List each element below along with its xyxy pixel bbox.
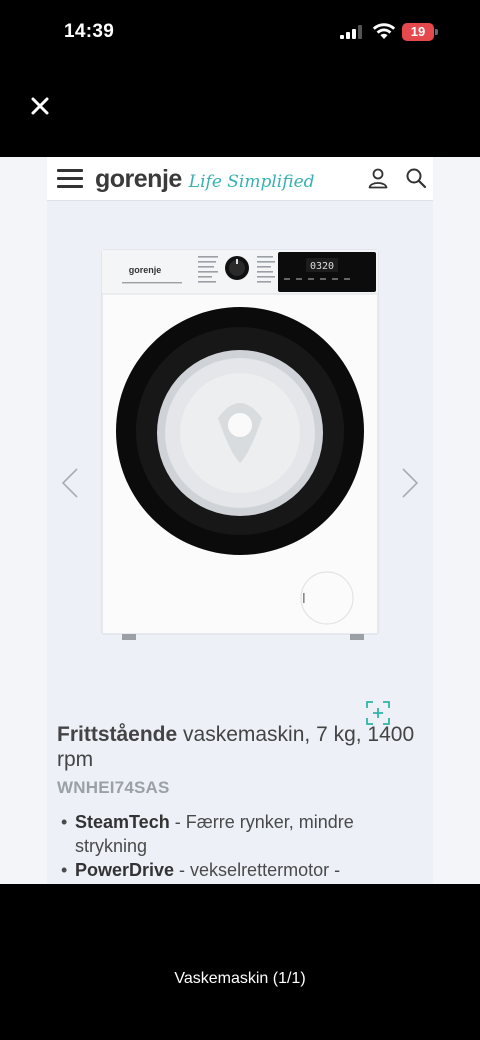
cellular-signal-icon bbox=[340, 25, 362, 39]
feature-list: SteamTech - Færre rynker, mindre strykni… bbox=[57, 810, 427, 882]
logo-brand: gorenje bbox=[95, 165, 182, 193]
viewer-image[interactable]: gorenje Life Simplified 0320 gorenje Fri… bbox=[0, 157, 480, 884]
status-bar: 14:39 19 bbox=[0, 0, 480, 64]
chevron-left-icon[interactable] bbox=[59, 466, 81, 500]
washer-brand: gorenje bbox=[129, 265, 162, 275]
close-icon[interactable] bbox=[24, 90, 56, 122]
user-icon[interactable] bbox=[367, 167, 389, 189]
product-title-bold: Frittstående bbox=[57, 723, 178, 746]
feature-name: SteamTech bbox=[75, 812, 170, 832]
site-logo[interactable]: gorenje Life Simplified bbox=[95, 161, 315, 197]
logo-tagline: Life Simplified bbox=[188, 172, 315, 192]
product-gallery: 0320 gorenje bbox=[47, 202, 433, 725]
feature-name: PowerDrive bbox=[75, 860, 175, 880]
feature-item: PowerDrive - vekselrettermotor - bbox=[57, 858, 427, 882]
feature-item: SteamTech - Færre rynker, mindre strykni… bbox=[57, 810, 427, 858]
image-caption: Vaskemaskin (1/1) bbox=[174, 970, 306, 987]
search-icon[interactable] bbox=[405, 167, 427, 189]
site-header: gorenje Life Simplified bbox=[47, 157, 433, 201]
washer-display-time: 0320 bbox=[310, 261, 334, 272]
menu-icon[interactable] bbox=[57, 168, 83, 188]
feature-text: - vekselrettermotor - bbox=[174, 860, 341, 880]
product-page: gorenje Life Simplified 0320 gorenje Fri… bbox=[47, 157, 433, 884]
product-title: Frittstående vaskemaskin, 7 kg, 1400 rpm bbox=[57, 722, 427, 772]
battery-level: 19 bbox=[410, 24, 426, 39]
product-sku: WNHEI74SAS bbox=[57, 778, 170, 797]
battery-indicator: 19 bbox=[402, 23, 438, 41]
chevron-right-icon[interactable] bbox=[399, 466, 421, 500]
product-info: Frittstående vaskemaskin, 7 kg, 1400 rpm… bbox=[57, 722, 427, 882]
wifi-icon bbox=[372, 23, 396, 39]
washing-machine-image: 0320 gorenje bbox=[101, 249, 379, 640]
status-time: 14:39 bbox=[64, 21, 115, 42]
